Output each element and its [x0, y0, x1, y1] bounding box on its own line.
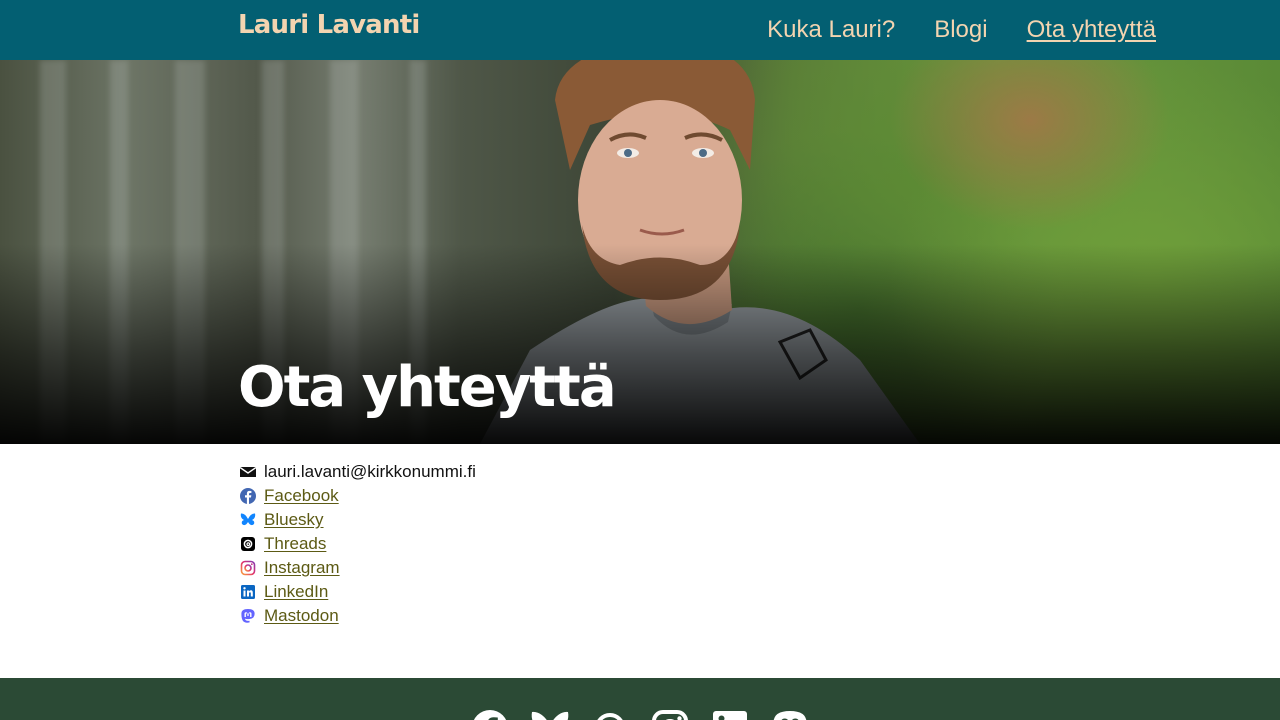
contact-email-row: lauri.lavanti@kirkkonummi.fi: [240, 460, 476, 484]
nav-item-blogi[interactable]: Blogi: [934, 15, 987, 45]
mastodon-link[interactable]: Mastodon: [264, 606, 339, 626]
site-title-link[interactable]: Lauri Lavanti: [238, 10, 420, 40]
footer-linkedin-icon[interactable]: [710, 708, 750, 720]
contact-link-row: Facebook: [240, 484, 476, 508]
instagram-icon: [240, 560, 256, 576]
contact-email-text: lauri.lavanti@kirkkonummi.fi: [264, 462, 476, 481]
hero-shade: [0, 244, 1280, 444]
instagram-link[interactable]: Instagram: [264, 558, 340, 578]
bluesky-icon: [240, 512, 256, 528]
nav-item-kuka-lauri[interactable]: Kuka Lauri?: [767, 15, 895, 45]
site-footer: [0, 678, 1280, 720]
footer-threads-icon[interactable]: [590, 708, 630, 720]
facebook-link[interactable]: Facebook: [264, 486, 339, 506]
facebook-icon: [240, 488, 256, 504]
bluesky-link[interactable]: Bluesky: [264, 510, 324, 530]
envelope-icon: [240, 464, 256, 480]
footer-facebook-icon[interactable]: [470, 708, 510, 720]
site-header: Lauri Lavanti Kuka Lauri? Blogi Ota yhte…: [0, 0, 1280, 60]
contact-list: lauri.lavanti@kirkkonummi.fi Facebook Bl…: [240, 460, 476, 628]
threads-icon: [240, 536, 256, 552]
footer-bluesky-icon[interactable]: [530, 708, 570, 720]
linkedin-icon: [240, 584, 256, 600]
footer-social-icons: [470, 708, 830, 720]
contact-link-row: Bluesky: [240, 508, 476, 532]
mastodon-icon: [240, 608, 256, 624]
contact-link-row: Threads: [240, 532, 476, 556]
nav-item-ota-yhteytta[interactable]: Ota yhteyttä: [1027, 15, 1156, 45]
main-nav: Kuka Lauri? Blogi Ota yhteyttä: [728, 15, 1156, 45]
threads-link[interactable]: Threads: [264, 534, 326, 554]
linkedin-link[interactable]: LinkedIn: [264, 582, 328, 602]
contact-link-row: Mastodon: [240, 604, 476, 628]
page-title: Ota yhteyttä: [238, 355, 617, 420]
contact-link-row: LinkedIn: [240, 580, 476, 604]
hero-banner: Ota yhteyttä: [0, 60, 1280, 444]
contact-link-row: Instagram: [240, 556, 476, 580]
footer-mastodon-icon[interactable]: [770, 708, 810, 720]
footer-instagram-icon[interactable]: [650, 708, 690, 720]
